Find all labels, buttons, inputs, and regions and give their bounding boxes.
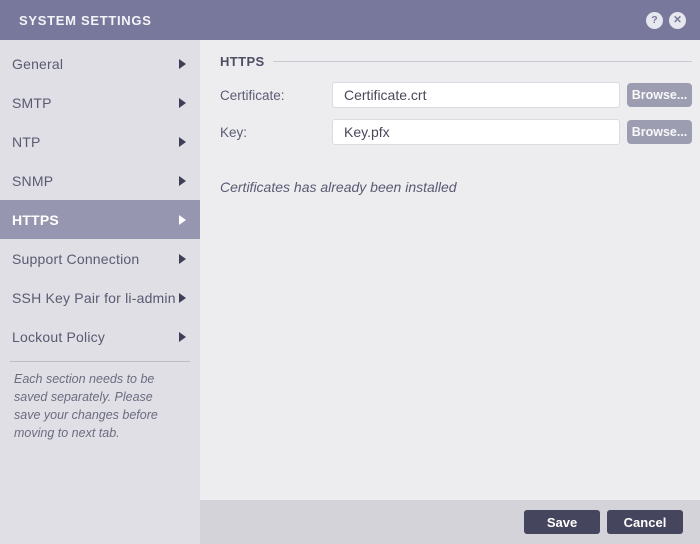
key-field-row: Key: Browse... [220, 119, 692, 145]
save-button[interactable]: Save [524, 510, 600, 534]
cancel-button[interactable]: Cancel [607, 510, 683, 534]
dialog-body: General SMTP NTP SNMP HTTPS Support Conn… [0, 40, 700, 544]
sidebar-item-label: Lockout Policy [12, 329, 105, 345]
help-icon[interactable]: ? [646, 12, 663, 29]
chevron-right-icon [179, 293, 186, 303]
chevron-right-icon [179, 332, 186, 342]
chevron-right-icon [179, 98, 186, 108]
content-column: HTTPS Certificate: Browse... Key: Browse… [200, 40, 700, 544]
sidebar-item-label: HTTPS [12, 212, 59, 228]
sidebar-item-label: SNMP [12, 173, 53, 189]
chevron-right-icon [179, 59, 186, 69]
chevron-right-icon [179, 215, 186, 225]
sidebar: General SMTP NTP SNMP HTTPS Support Conn… [0, 40, 200, 544]
sidebar-note: Each section needs to be saved separatel… [0, 362, 186, 443]
sidebar-item-label: SMTP [12, 95, 52, 111]
sidebar-item-label: Support Connection [12, 251, 139, 267]
chevron-right-icon [179, 137, 186, 147]
sidebar-item-label: General [12, 56, 63, 72]
sidebar-item-general[interactable]: General [0, 44, 200, 83]
sidebar-item-label: NTP [12, 134, 41, 150]
sidebar-item-support-connection[interactable]: Support Connection [0, 239, 200, 278]
certificate-input[interactable] [332, 82, 620, 108]
key-input[interactable] [332, 119, 620, 145]
sidebar-item-smtp[interactable]: SMTP [0, 83, 200, 122]
sidebar-item-https[interactable]: HTTPS [0, 200, 200, 239]
system-settings-window: SYSTEM SETTINGS ? ✕ General SMTP NTP SNM… [0, 0, 700, 544]
certificate-label: Certificate: [220, 88, 325, 103]
sidebar-item-snmp[interactable]: SNMP [0, 161, 200, 200]
window-title: SYSTEM SETTINGS [19, 13, 152, 28]
section-title: HTTPS [220, 54, 265, 69]
chevron-right-icon [179, 254, 186, 264]
status-message: Certificates has already been installed [220, 179, 692, 195]
sidebar-item-label: SSH Key Pair for li-admin [12, 290, 176, 306]
sidebar-item-lockout-policy[interactable]: Lockout Policy [0, 317, 200, 356]
sidebar-item-ssh-key-pair[interactable]: SSH Key Pair for li-admin [0, 278, 200, 317]
titlebar: SYSTEM SETTINGS ? ✕ [0, 0, 700, 40]
key-label: Key: [220, 125, 325, 140]
certificate-browse-button[interactable]: Browse... [627, 83, 692, 107]
section-header: HTTPS [220, 54, 692, 69]
key-browse-button[interactable]: Browse... [627, 120, 692, 144]
certificate-field-row: Certificate: Browse... [220, 82, 692, 108]
chevron-right-icon [179, 176, 186, 186]
titlebar-icons: ? ✕ [646, 12, 686, 29]
close-icon[interactable]: ✕ [669, 12, 686, 29]
https-panel: HTTPS Certificate: Browse... Key: Browse… [200, 40, 700, 500]
sidebar-item-ntp[interactable]: NTP [0, 122, 200, 161]
footer: Save Cancel [200, 500, 700, 544]
section-rule [273, 61, 692, 62]
